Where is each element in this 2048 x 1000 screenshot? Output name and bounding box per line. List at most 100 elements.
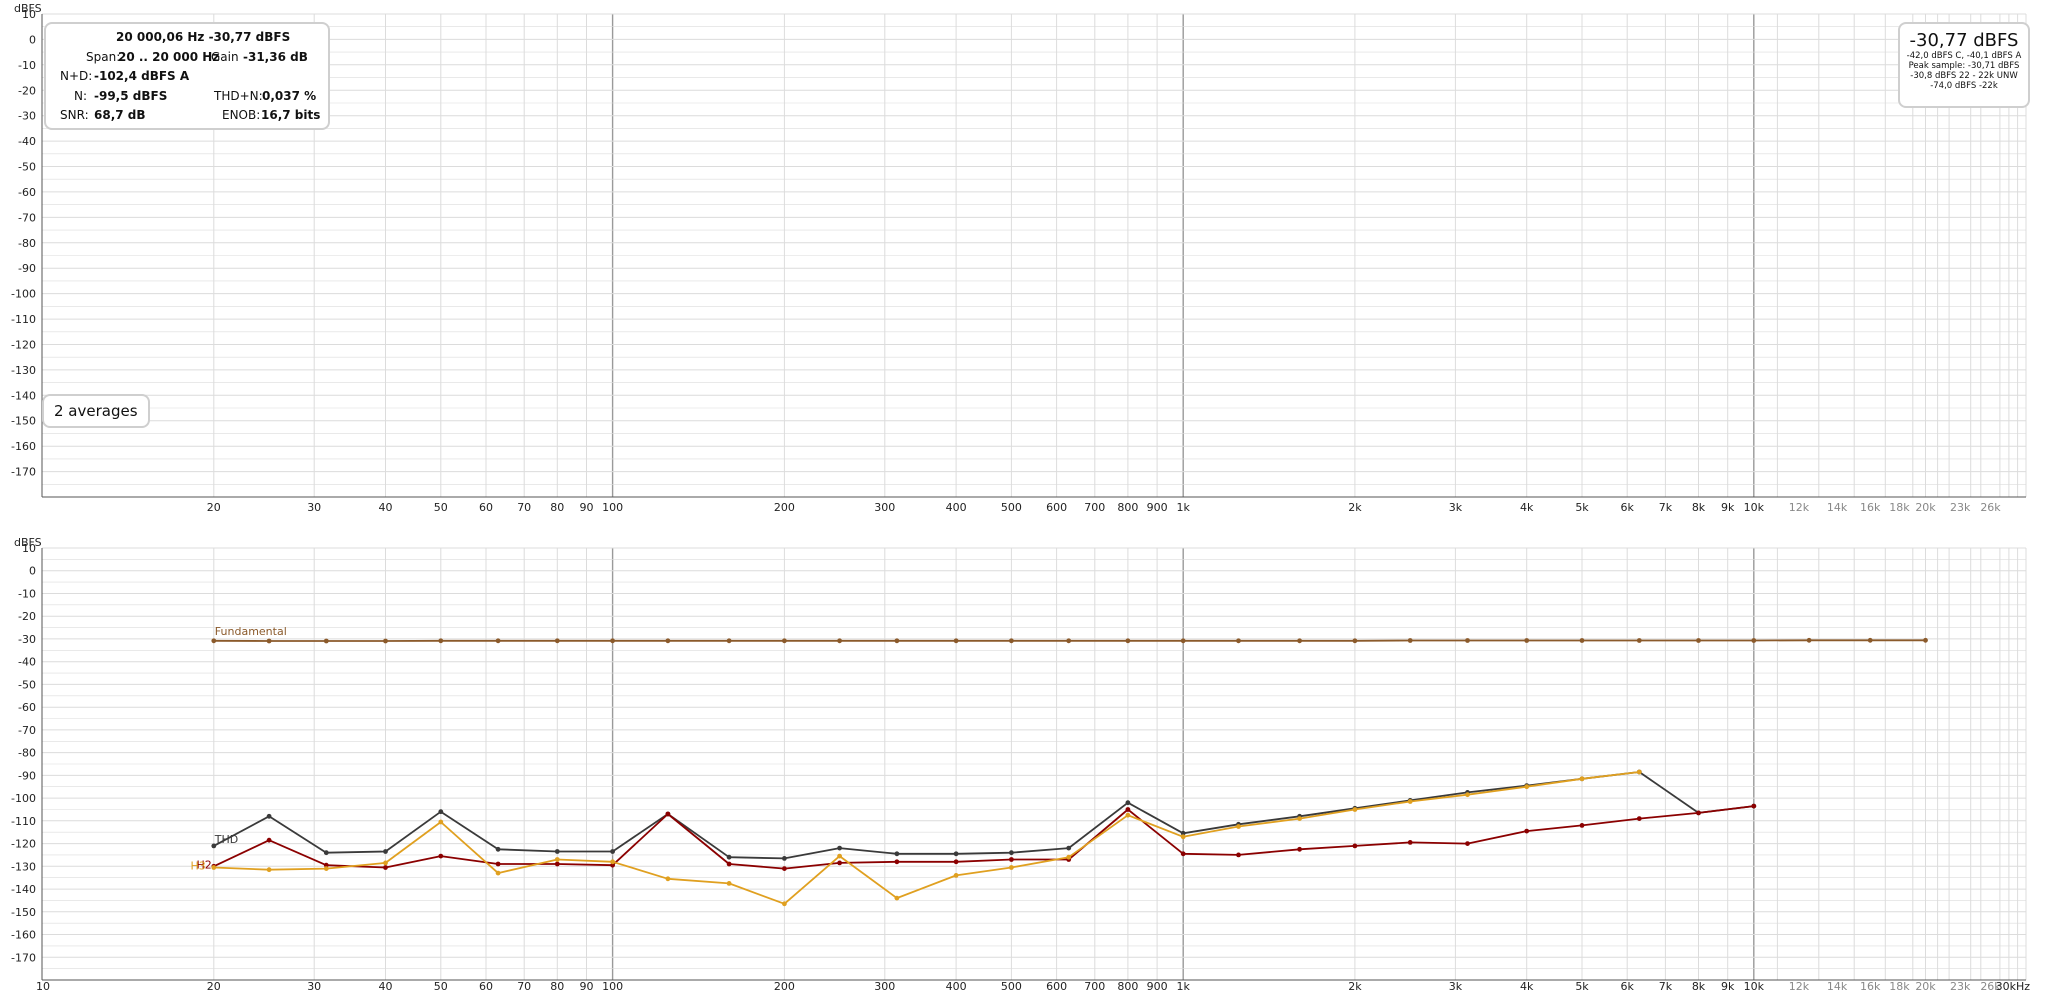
x-tick-label: 800 — [1117, 501, 1138, 514]
x-tick-label: 18k — [1889, 501, 1910, 514]
x-tick-label: 2k — [1348, 980, 1362, 993]
y-tick-label: -20 — [18, 610, 36, 623]
data-point-thd — [837, 845, 842, 851]
data-point-fundamental — [1524, 638, 1530, 643]
gain-value: -31,36 dB — [243, 50, 308, 64]
data-point-thd — [438, 809, 444, 815]
y-tick-label: -160 — [11, 440, 36, 453]
y-tick-label: -120 — [11, 838, 36, 851]
data-point-h2 — [665, 811, 671, 817]
data-point-thd — [1125, 800, 1131, 806]
y-tick-label: -120 — [11, 339, 36, 352]
y-tick-label: -60 — [18, 701, 36, 714]
data-point-h2 — [1125, 807, 1131, 812]
x-tick-label: 5k — [1575, 501, 1589, 514]
x-tick-label: 6k — [1621, 501, 1635, 514]
data-point-fundamental — [1636, 638, 1642, 643]
x-tick-label: 16k — [1860, 501, 1881, 514]
x-tick-label: 14k — [1827, 980, 1848, 993]
y-tick-label: -20 — [18, 84, 36, 97]
data-point-fundamental — [1407, 638, 1413, 643]
y-tick-label: -110 — [11, 313, 36, 326]
data-point-thd — [953, 851, 959, 857]
freq-level-readout: 20 000,06 Hz -30,77 dBFS — [116, 30, 291, 44]
series-line-h2 — [213, 805, 1754, 870]
y-tick-label: 0 — [29, 565, 36, 578]
data-point-fundamental — [1009, 638, 1014, 644]
measurement-summary-box: 20 000,06 Hz -30,77 dBFS Span: 20 .. 20 … — [44, 22, 330, 130]
data-point-h3 — [1125, 812, 1131, 818]
data-point-fundamental — [1180, 638, 1186, 644]
x-tick-label: 100 — [602, 501, 623, 514]
x-tick-label: 200 — [774, 980, 795, 993]
data-point-h3 — [894, 895, 900, 901]
data-point-h2 — [1579, 823, 1585, 828]
y-tick-label: -100 — [11, 288, 36, 301]
nd-label: N+D: — [60, 69, 93, 83]
data-point-h2 — [894, 859, 900, 865]
data-point-fundamental — [837, 638, 842, 644]
x-tick-label: 30 — [307, 501, 321, 514]
x-tick-label: 16k — [1860, 980, 1881, 993]
data-point-thd — [782, 856, 787, 861]
averages-badge[interactable]: 2 averages — [42, 394, 150, 428]
data-point-fundamental — [1806, 637, 1812, 643]
x-tick-label: 700 — [1084, 980, 1105, 993]
x-tick-label: 30 — [307, 980, 321, 993]
x-tick-label: 300 — [874, 501, 895, 514]
x-tick-label: 900 — [1147, 501, 1168, 514]
x-tick-label: 90 — [580, 501, 594, 514]
x-tick-label: 600 — [1046, 501, 1067, 514]
y-tick-label: 10 — [22, 542, 36, 555]
data-point-h2 — [1180, 851, 1186, 857]
data-point-fundamental — [1066, 638, 1072, 644]
x-tick-label: 8k — [1692, 980, 1706, 993]
data-point-h2 — [1465, 841, 1470, 846]
y-tick-label: -30 — [18, 110, 36, 123]
data-point-thd — [726, 854, 732, 860]
data-point-thd — [894, 851, 900, 857]
data-point-h3 — [1009, 865, 1014, 870]
data-point-fundamental — [610, 638, 615, 644]
level-weighted-readout: -42,0 dBFS C, -40,1 dBFS A — [1906, 51, 2022, 61]
series-line-thd — [213, 771, 1754, 860]
span-label: Span: — [86, 50, 121, 64]
data-point-thd — [1009, 850, 1014, 856]
x-tick-label: 90 — [580, 980, 594, 993]
data-point-h2 — [1236, 852, 1241, 858]
x-tick-label: 9k — [1721, 980, 1735, 993]
data-point-h3 — [782, 901, 787, 907]
data-point-h3 — [1066, 854, 1072, 860]
chart-panel-2: dBFS100-10-20-30-40-50-60-70-80-90-100-1… — [11, 536, 2030, 993]
data-point-h2 — [554, 861, 560, 867]
peak-sample-readout: Peak sample: -30,71 dBFS — [1908, 61, 2020, 71]
y-tick-label: -140 — [11, 389, 36, 402]
snr-value: 68,7 dB — [94, 108, 146, 122]
x-tick-label: 9k — [1721, 501, 1735, 514]
data-point-h2 — [1696, 810, 1701, 816]
data-point-h3 — [1407, 799, 1413, 804]
data-point-thd — [323, 850, 329, 856]
data-point-h3 — [383, 860, 388, 866]
x-tick-label: 600 — [1046, 980, 1067, 993]
x-tick-label: 30kHz — [1996, 980, 2031, 993]
x-tick-label: 500 — [1001, 501, 1022, 514]
data-point-h2 — [1352, 843, 1358, 849]
y-tick-label: -90 — [18, 769, 36, 782]
x-tick-label: 3k — [1449, 501, 1463, 514]
data-point-h3 — [610, 859, 615, 865]
span-value: 20 .. 20 000 Hz — [118, 50, 220, 64]
y-tick-label: -150 — [11, 906, 36, 919]
data-point-thd — [1066, 845, 1072, 851]
thdn-label: THD+N: — [214, 89, 263, 103]
level-meter-box: -30,77 dBFS -42,0 dBFS C, -40,1 dBFS A P… — [1898, 22, 2030, 108]
x-tick-label: 70 — [517, 980, 531, 993]
x-tick-label: 4k — [1520, 501, 1534, 514]
y-tick-label: -10 — [18, 588, 36, 601]
data-point-h2 — [266, 837, 272, 843]
data-point-h3 — [495, 870, 501, 876]
y-tick-label: -160 — [11, 929, 36, 942]
data-point-h3 — [953, 873, 959, 878]
thdn-value: 0,037 % — [262, 89, 317, 103]
x-tick-label: 800 — [1117, 980, 1138, 993]
